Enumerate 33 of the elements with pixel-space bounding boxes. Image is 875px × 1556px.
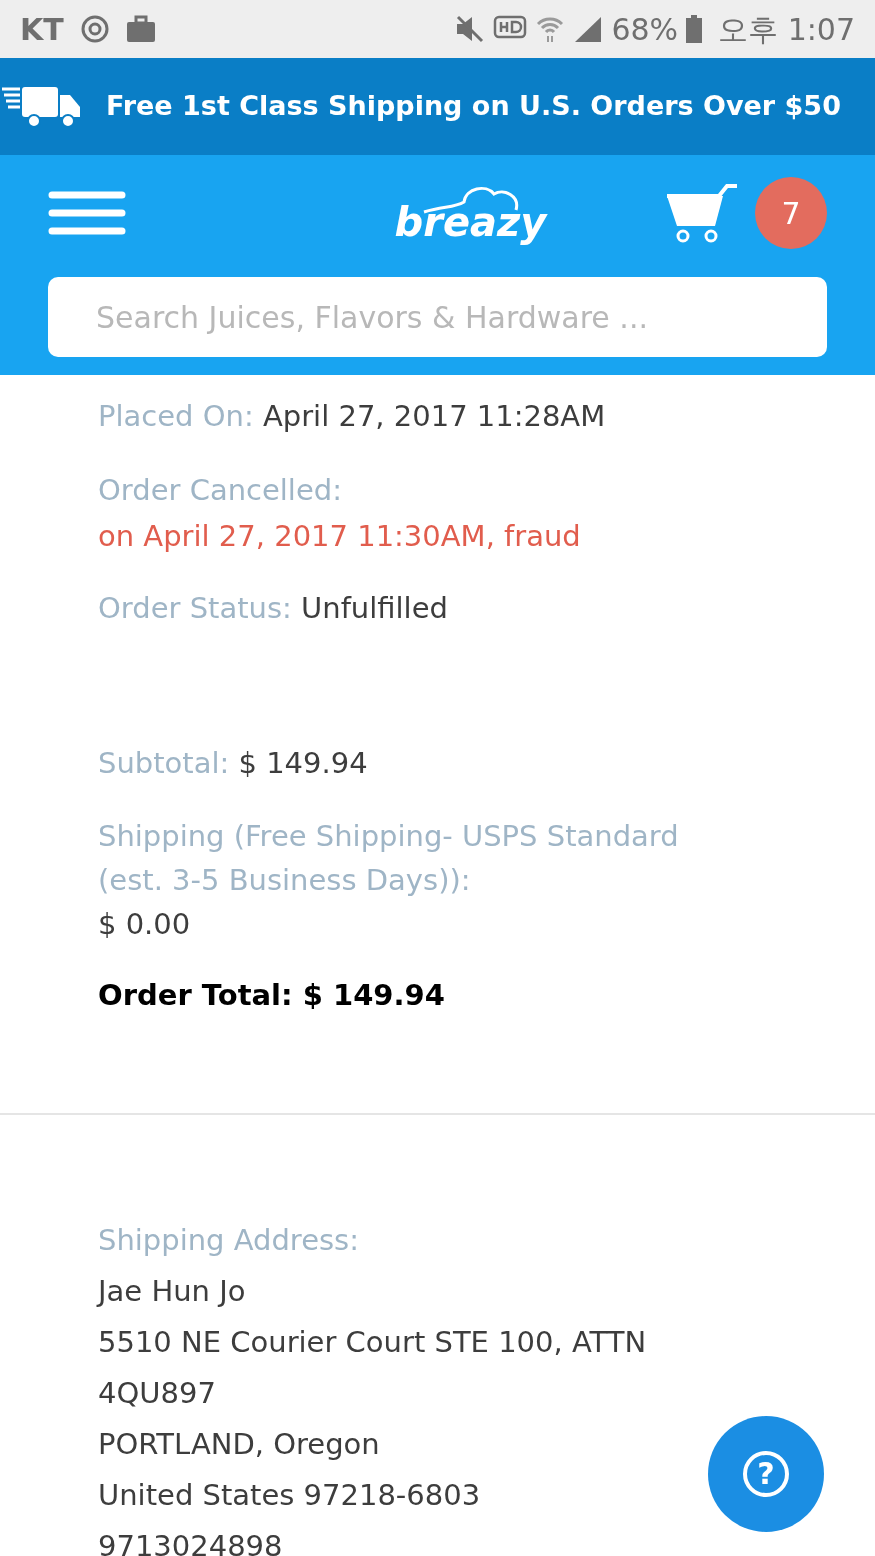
field-label: Shipping (Free Shipping- USPS Standard (est. 3-5 Business Days)): <box>98 817 680 899</box>
promo-text: Free 1st Class Shipping on U.S. Orders Over $50 <box>106 89 841 124</box>
help-button[interactable]: ? <box>708 1416 824 1532</box>
address-line: United States 97218-6803 <box>98 1477 481 1514</box>
address-line: 9713024898 <box>98 1528 283 1556</box>
field-value: $ 0.00 <box>98 905 192 943</box>
cart-icon[interactable] <box>665 182 739 244</box>
cart-count-badge: 7 <box>755 177 827 249</box>
menu-button[interactable] <box>48 189 126 237</box>
total-value: $ 149.94 <box>302 977 445 1012</box>
field-label: Order Cancelled: <box>98 471 343 509</box>
field-label: Placed On: <box>98 399 254 433</box>
briefcase-icon <box>125 15 156 43</box>
carrier-name: KT <box>20 10 64 49</box>
cancellation-note: on April 27, 2017 11:30AM, fraud <box>98 517 582 555</box>
field-value: $ 149.94 <box>238 746 368 780</box>
total-label: Order Total: <box>98 977 293 1012</box>
field-value: Unfulfilled <box>301 590 448 625</box>
clock-time: 오후 1:07 <box>718 10 855 49</box>
address-label: Shipping Address: <box>98 1222 359 1259</box>
search-field[interactable]: Search Juices, Flavors & Hardware ... <box>48 277 827 357</box>
address-line: 4QU897 <box>98 1375 216 1412</box>
field-label: Subtotal: <box>98 746 230 780</box>
battery-icon <box>686 15 703 43</box>
sync-icon <box>79 14 110 44</box>
field-value: April 27, 2017 11:28AM <box>262 399 606 433</box>
signal-icon <box>573 15 604 43</box>
battery-level: 68% <box>611 10 679 49</box>
field-label: Order Status: <box>98 590 292 625</box>
address-line: 5510 NE Courier Court STE 100, ATTN <box>98 1324 647 1361</box>
address-line: Jae Hun Jo <box>98 1273 246 1310</box>
mute-icon <box>455 15 486 43</box>
address-line: PORTLAND, Oregon <box>98 1426 380 1463</box>
